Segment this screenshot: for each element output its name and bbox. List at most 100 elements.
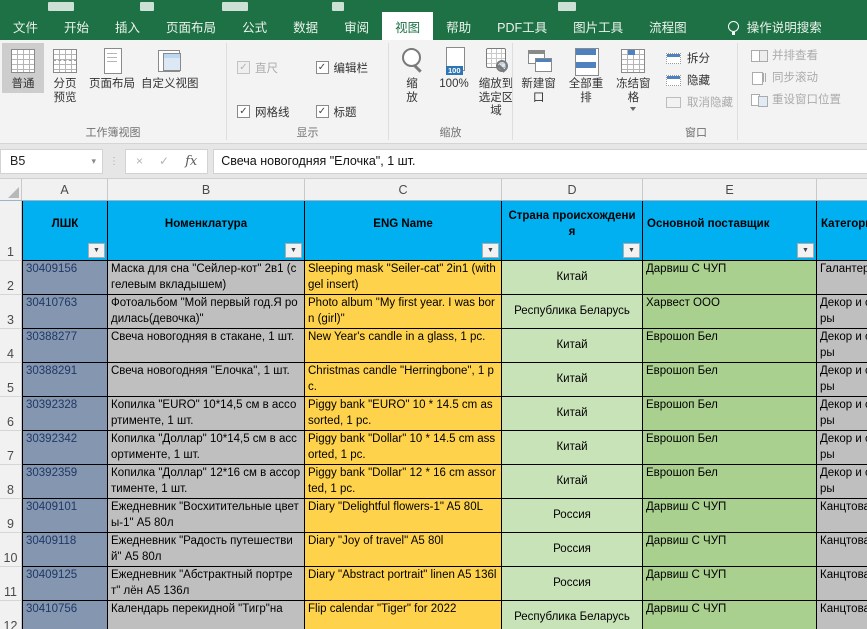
- cell-d11[interactable]: Россия: [502, 567, 643, 601]
- row-header-1[interactable]: 1: [0, 201, 22, 261]
- freeze-panes-button[interactable]: 冻结窗格: [610, 43, 657, 112]
- cell-f6[interactable]: Декор и сувени ры: [817, 397, 867, 431]
- view-page-layout-button[interactable]: 页面布局: [86, 43, 138, 93]
- cell-f5[interactable]: Декор и сувени ры: [817, 363, 867, 397]
- cell-f2[interactable]: Галантерея: [817, 261, 867, 295]
- row-header-7[interactable]: 7: [0, 431, 22, 465]
- column-header-B[interactable]: B: [108, 179, 305, 200]
- tab-文件[interactable]: 文件: [0, 12, 51, 40]
- cell-a9[interactable]: 30409101: [22, 499, 108, 533]
- row-header-10[interactable]: 10: [0, 533, 22, 567]
- column-header-C[interactable]: C: [305, 179, 502, 200]
- cell-c10[interactable]: Diary "Joy of travel" A5 80l: [305, 533, 502, 567]
- cell-d12[interactable]: Республика Беларусь: [502, 601, 643, 629]
- cell-a8[interactable]: 30392359: [22, 465, 108, 499]
- cell-b5[interactable]: Свеча новогодняя "Елочка", 1 шт.: [108, 363, 305, 397]
- row-header-3[interactable]: 3: [0, 295, 22, 329]
- cell-a5[interactable]: 30388291: [22, 363, 108, 397]
- view-page-break-preview-button[interactable]: 分页 预览: [44, 43, 86, 106]
- qat-icon-5[interactable]: [558, 2, 576, 11]
- column-header-D[interactable]: D: [502, 179, 643, 200]
- cell-c11[interactable]: Diary "Abstract portrait" linen A5 136l: [305, 567, 502, 601]
- row-header-12[interactable]: 12: [0, 601, 22, 629]
- name-box[interactable]: B5 ▾: [0, 148, 103, 174]
- cell-d10[interactable]: Россия: [502, 533, 643, 567]
- tab-数据[interactable]: 数据: [280, 12, 331, 40]
- row-header-11[interactable]: 11: [0, 567, 22, 601]
- header-cell-a[interactable]: ЛШК ▼: [22, 201, 108, 261]
- cell-a4[interactable]: 30388277: [22, 329, 108, 363]
- cell-c5[interactable]: Christmas candle "Herringbone", 1 pc.: [305, 363, 502, 397]
- header-cell-e[interactable]: Основной поставщик ▼: [643, 201, 817, 261]
- cell-a2[interactable]: 30409156: [22, 261, 108, 295]
- cell-d7[interactable]: Китай: [502, 431, 643, 465]
- zoom-100-button[interactable]: 100 100%: [433, 43, 475, 93]
- cell-f8[interactable]: Декор и сувени ры: [817, 465, 867, 499]
- cell-a3[interactable]: 30410763: [22, 295, 108, 329]
- row-header-5[interactable]: 5: [0, 363, 22, 397]
- cell-d9[interactable]: Россия: [502, 499, 643, 533]
- cell-a12[interactable]: 30410756: [22, 601, 108, 629]
- cell-e7[interactable]: Еврошоп Бел: [643, 431, 817, 465]
- filter-dropdown-icon[interactable]: ▼: [482, 243, 499, 258]
- qat-icon-4[interactable]: [332, 2, 344, 11]
- header-cell-b[interactable]: Номенклатура ▼: [108, 201, 305, 261]
- small-button-隐藏[interactable]: 隐藏: [661, 69, 737, 91]
- header-cell-d[interactable]: Страна происхождения ▼: [502, 201, 643, 261]
- insert-function-icon[interactable]: fx: [185, 154, 197, 169]
- filter-dropdown-icon[interactable]: ▼: [88, 243, 105, 258]
- cell-e10[interactable]: Дарвиш С ЧУП: [643, 533, 817, 567]
- cell-e3[interactable]: Харвест ООО: [643, 295, 817, 329]
- cell-e12[interactable]: Дарвиш С ЧУП: [643, 601, 817, 629]
- cell-e8[interactable]: Еврошоп Бел: [643, 465, 817, 499]
- filter-dropdown-icon[interactable]: ▼: [285, 243, 302, 258]
- qat-icon-3[interactable]: [222, 2, 248, 11]
- row-header-8[interactable]: 8: [0, 465, 22, 499]
- new-window-button[interactable]: 新建窗口: [515, 43, 562, 112]
- cell-e2[interactable]: Дарвиш С ЧУП: [643, 261, 817, 295]
- tab-审阅[interactable]: 审阅: [331, 12, 382, 40]
- zoom-selection-button[interactable]: 缩放到 选定区域: [475, 43, 517, 120]
- column-header-F[interactable]: F: [817, 179, 867, 200]
- tab-开始[interactable]: 开始: [51, 12, 102, 40]
- cell-e5[interactable]: Еврошоп Бел: [643, 363, 817, 397]
- cell-d5[interactable]: Китай: [502, 363, 643, 397]
- cell-f4[interactable]: Декор и сувени ры: [817, 329, 867, 363]
- cell-f12[interactable]: Канцтовары: [817, 601, 867, 629]
- cell-a11[interactable]: 30409125: [22, 567, 108, 601]
- enter-icon[interactable]: ✓: [159, 154, 169, 168]
- filter-dropdown-icon[interactable]: ▼: [797, 243, 814, 258]
- cell-a7[interactable]: 30392342: [22, 431, 108, 465]
- cell-e9[interactable]: Дарвиш С ЧУП: [643, 499, 817, 533]
- row-header-4[interactable]: 4: [0, 329, 22, 363]
- name-box-dropdown-icon[interactable]: ▾: [91, 156, 96, 167]
- checkbox-标题[interactable]: ✓ 标题: [315, 97, 381, 126]
- tab-公式[interactable]: 公式: [229, 12, 280, 40]
- cell-f3[interactable]: Декор и сувени ры: [817, 295, 867, 329]
- cell-c7[interactable]: Piggy bank "Dollar" 10 * 14.5 cm assorte…: [305, 431, 502, 465]
- cell-c3[interactable]: Photo album "My first year. I was born (…: [305, 295, 502, 329]
- cell-d8[interactable]: Китай: [502, 465, 643, 499]
- cell-b4[interactable]: Свеча новогодняя в стакане, 1 шт.: [108, 329, 305, 363]
- cell-c4[interactable]: New Year's candle in a glass, 1 pc.: [305, 329, 502, 363]
- cell-f10[interactable]: Канцтовары: [817, 533, 867, 567]
- cell-e11[interactable]: Дарвиш С ЧУП: [643, 567, 817, 601]
- zoom-button[interactable]: 缩 放: [391, 43, 433, 106]
- filter-dropdown-icon[interactable]: ▼: [623, 243, 640, 258]
- cell-b2[interactable]: Маска для сна "Сейлер-кот" 2в1 (с гелевы…: [108, 261, 305, 295]
- cell-c8[interactable]: Piggy bank "Dollar" 12 * 16 cm assorted,…: [305, 465, 502, 499]
- header-cell-c[interactable]: ENG Name ▼: [305, 201, 502, 261]
- cell-b7[interactable]: Копилка "Доллар" 10*14,5 см в ассортимен…: [108, 431, 305, 465]
- row-header-6[interactable]: 6: [0, 397, 22, 431]
- tab-页面布局[interactable]: 页面布局: [153, 12, 229, 40]
- cell-d2[interactable]: Китай: [502, 261, 643, 295]
- cell-c6[interactable]: Piggy bank "EURO" 10 * 14.5 cm assorted,…: [305, 397, 502, 431]
- checkbox-编辑栏[interactable]: ✓ 编辑栏: [315, 53, 381, 82]
- assistant-search[interactable]: 操作说明搜索: [727, 12, 822, 40]
- cell-b9[interactable]: Ежедневник "Восхитительные цветы-1" А5 8…: [108, 499, 305, 533]
- header-cell-f[interactable]: Категория▼: [817, 201, 867, 261]
- cell-b8[interactable]: Копилка "Доллар" 12*16 см в ассортименте…: [108, 465, 305, 499]
- row-header-9[interactable]: 9: [0, 499, 22, 533]
- formula-bar-handle[interactable]: ⋮: [103, 156, 125, 167]
- tab-流程图[interactable]: 流程图: [636, 12, 700, 40]
